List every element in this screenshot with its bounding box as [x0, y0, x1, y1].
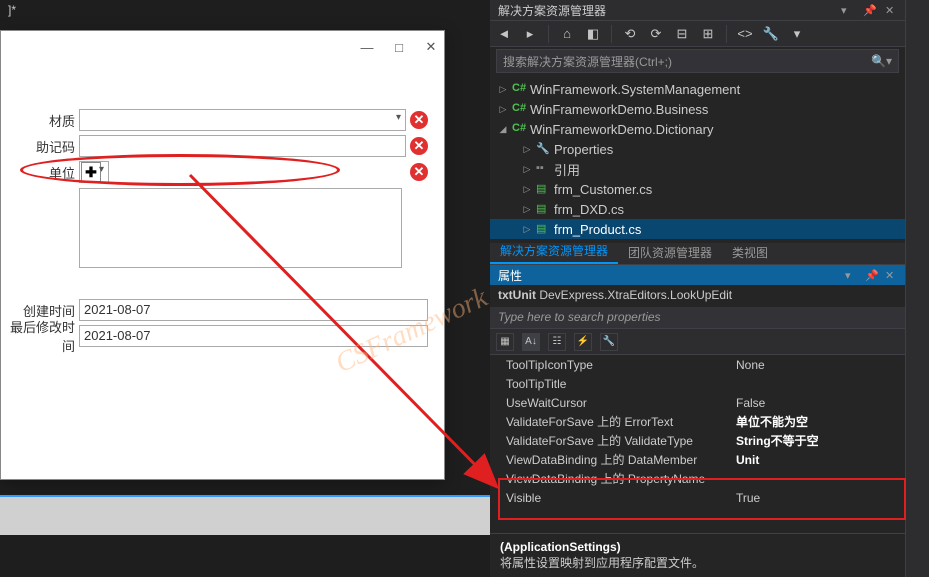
solution-explorer-title: 解决方案资源管理器	[498, 2, 606, 19]
fwd-icon[interactable]: ▸	[522, 26, 538, 42]
properties-title: 属性	[498, 267, 522, 284]
tree-item[interactable]: ▷▤frm_Customer.cs	[490, 179, 905, 199]
properties-description-title: (ApplicationSettings)	[500, 540, 621, 554]
row-material: 材质 ✕	[1, 108, 428, 132]
designed-form-window: — □ ✕ 材质 ✕ 助记码 ✕ 单位 ✚ ✕ 创建时间	[0, 30, 445, 480]
properties-header: 属性 ▾ 📌 ✕	[490, 265, 905, 285]
more-icon[interactable]: ▾	[789, 26, 805, 42]
home-icon[interactable]: ⌂	[559, 26, 575, 42]
property-row[interactable]: ToolTipIconTypeNone	[490, 355, 905, 374]
label-mnemonic: 助记码	[1, 137, 79, 156]
label-unit: 单位	[1, 163, 79, 182]
design-surface: ]* — □ ✕ 材质 ✕ 助记码 ✕ 单位 ✚ ✕	[0, 0, 490, 577]
pin-icon[interactable]: 📌	[863, 4, 875, 16]
right-dock-edge	[905, 0, 929, 577]
collapse-icon[interactable]: ⊟	[674, 26, 690, 42]
refresh-icon[interactable]: ⟳	[648, 26, 664, 42]
minimize-icon[interactable]: —	[360, 40, 374, 54]
props-close-icon[interactable]: ✕	[885, 269, 897, 281]
solution-explorer-header: 解决方案资源管理器 ▾ 📌 ✕	[490, 0, 905, 21]
explorer-search[interactable]: 搜索解决方案资源管理器(Ctrl+;) 🔍▾	[496, 49, 899, 73]
property-row[interactable]: ViewDataBinding 上的 DataMemberUnit	[490, 450, 905, 469]
tree-item[interactable]: ▷▪▪引用	[490, 159, 905, 179]
explorer-search-placeholder: 搜索解决方案资源管理器(Ctrl+;)	[503, 53, 672, 70]
properties-search[interactable]: Type here to search properties	[490, 307, 905, 329]
properties-description-text: 将属性设置映射到应用程序配置文件。	[500, 556, 704, 570]
dropdown-icon[interactable]: ▾	[841, 4, 853, 16]
prop-page-icon[interactable]: ☷	[548, 333, 566, 351]
solution-tree[interactable]: ▷C#WinFramework.SystemManagement▷C#WinFr…	[490, 75, 905, 243]
value-modified: 2021-08-07	[79, 325, 428, 347]
property-row[interactable]: ToolTipTitle	[490, 374, 905, 393]
label-modified: 最后修改时间	[1, 317, 79, 355]
input-unit[interactable]: ✚	[79, 161, 109, 183]
row-unit: 单位 ✚ ✕	[1, 160, 428, 184]
code-icon[interactable]: <>	[737, 26, 753, 42]
value-created: 2021-08-07	[79, 299, 428, 321]
delete-material-button[interactable]: ✕	[410, 111, 428, 129]
row-mnemonic: 助记码 ✕	[1, 134, 428, 158]
search-icon[interactable]: 🔍▾	[871, 54, 892, 68]
tab-solution-explorer[interactable]: 解决方案资源管理器	[490, 239, 618, 264]
property-row[interactable]: VisibleTrue	[490, 488, 905, 507]
tab-class-view[interactable]: 类视图	[722, 241, 778, 264]
events-icon[interactable]: ⚡	[574, 333, 592, 351]
properties-object[interactable]: txtUnit DevExpress.XtraEditors.LookUpEdi…	[490, 285, 905, 307]
sync-icon[interactable]: ⟲	[622, 26, 638, 42]
property-row[interactable]: ValidateForSave 上的 ErrorText单位不能为空	[490, 412, 905, 431]
tree-item[interactable]: ▷🔧Properties	[490, 139, 905, 159]
categorized-icon[interactable]: ▦	[496, 333, 514, 351]
tree-project[interactable]: ▷C#WinFramework.SystemManagement	[490, 79, 905, 99]
properties-object-name: txtUnit	[498, 288, 536, 302]
input-material[interactable]	[79, 109, 406, 131]
properties-toolbar: ▦ A↓ ☷ ⚡ 🔧	[490, 329, 905, 355]
property-row[interactable]: UseWaitCursorFalse	[490, 393, 905, 412]
back-icon[interactable]: ◄	[496, 26, 512, 42]
delete-unit-button[interactable]: ✕	[410, 163, 428, 181]
label-material: 材质	[1, 111, 79, 130]
input-textarea[interactable]	[79, 188, 402, 268]
alphabetical-icon[interactable]: A↓	[522, 333, 540, 351]
properties-object-type: DevExpress.XtraEditors.LookUpEdit	[539, 288, 732, 302]
explorer-toolbar: ◄ ▸ ⌂ ◧ ⟲ ⟳ ⊟ ⊞ <> 🔧 ▾	[490, 21, 905, 47]
close-icon[interactable]: ✕	[424, 40, 438, 54]
right-panel: 解决方案资源管理器 ▾ 📌 ✕ ◄ ▸ ⌂ ◧ ⟲ ⟳ ⊟ ⊞ <> 🔧 ▾ 搜…	[490, 0, 905, 577]
design-tab-title: ]*	[0, 0, 490, 24]
maximize-icon[interactable]: □	[392, 40, 406, 54]
explorer-tabs: 解决方案资源管理器 团队资源管理器 类视图	[490, 243, 905, 265]
input-mnemonic[interactable]	[79, 135, 406, 157]
property-row[interactable]: ViewDataBinding 上的 PropertyName	[490, 469, 905, 488]
props-dropdown-icon[interactable]: ▾	[845, 269, 857, 281]
prop-wrench-icon[interactable]: 🔧	[600, 333, 618, 351]
status-strip	[0, 495, 490, 535]
properties-description: (ApplicationSettings) 将属性设置映射到应用程序配置文件。	[490, 533, 905, 577]
properties-icon[interactable]: 🔧	[763, 26, 779, 42]
showall-icon[interactable]: ⊞	[700, 26, 716, 42]
tab-team-explorer[interactable]: 团队资源管理器	[618, 241, 722, 264]
props-pin-icon[interactable]: 📌	[865, 269, 877, 281]
delete-mnemonic-button[interactable]: ✕	[410, 137, 428, 155]
properties-grid[interactable]: ToolTipIconTypeNoneToolTipTitleUseWaitCu…	[490, 355, 905, 533]
tree-project[interactable]: ▷C#WinFrameworkDemo.Business	[490, 99, 905, 119]
tree-item[interactable]: ▷▤frm_Product.cs	[490, 219, 905, 239]
row-modified: 最后修改时间 2021-08-07	[1, 324, 428, 348]
scope-icon[interactable]: ◧	[585, 26, 601, 42]
tree-item[interactable]: ▷▤frm_DXD.cs	[490, 199, 905, 219]
close-panel-icon[interactable]: ✕	[885, 4, 897, 16]
property-row[interactable]: ValidateForSave 上的 ValidateTypeString不等于…	[490, 431, 905, 450]
add-unit-icon[interactable]: ✚	[81, 162, 101, 182]
tree-project[interactable]: ◢C#WinFrameworkDemo.Dictionary	[490, 119, 905, 139]
form-titlebar: — □ ✕	[1, 31, 444, 63]
